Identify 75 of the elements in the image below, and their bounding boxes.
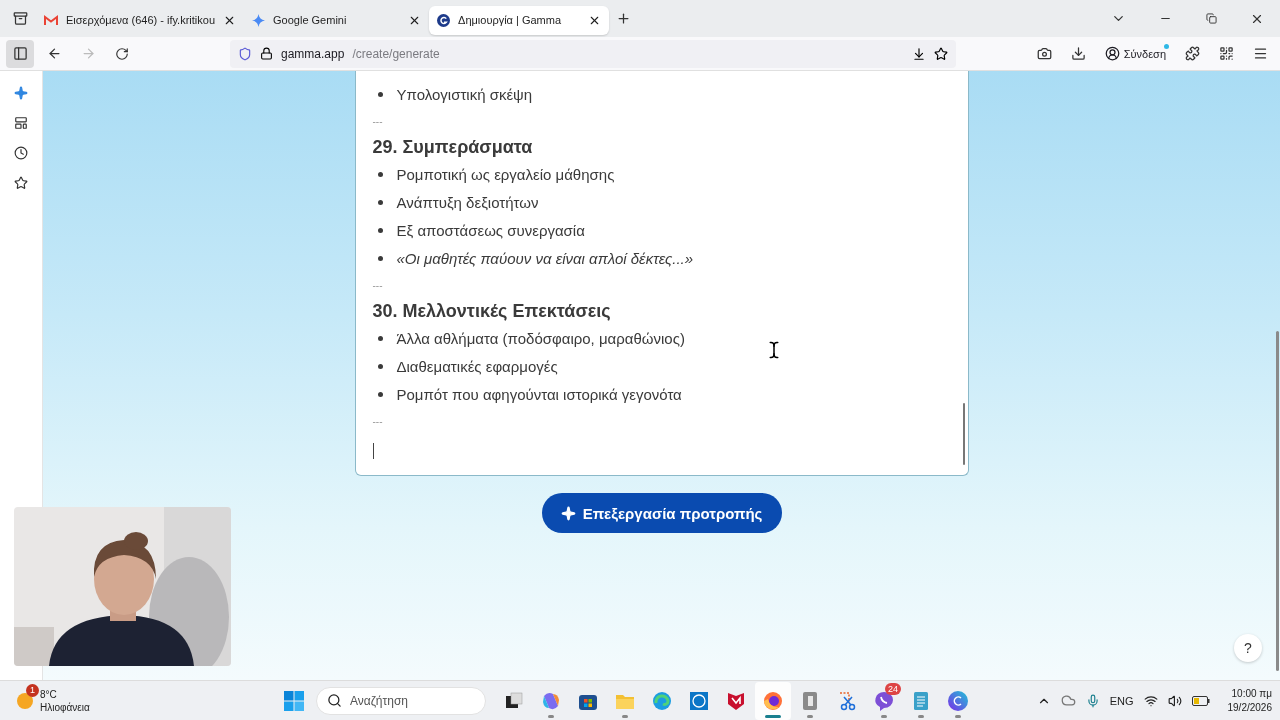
scrollbar-thumb	[962, 403, 965, 465]
bullet-dot	[377, 91, 383, 97]
mail-icon	[44, 14, 58, 26]
separator-text: ---	[372, 416, 383, 427]
notification-badge: 24	[885, 682, 901, 695]
sidebar-icon	[12, 46, 28, 61]
text-caret	[372, 443, 374, 459]
weather-text: Ηλιοφάνεια	[40, 700, 90, 714]
help-button[interactable]: ?	[1234, 634, 1262, 662]
back-icon[interactable]	[46, 46, 62, 61]
section-heading: 29. Συμπεράσματα	[372, 137, 533, 158]
bullet-dot	[377, 199, 383, 205]
windows-logo-icon[interactable]	[284, 690, 304, 711]
sun-icon	[16, 691, 34, 710]
menu-icon[interactable]	[1252, 46, 1268, 61]
bullet-text: Ανάπτυξη δεξιοτήτων	[396, 193, 539, 211]
bullet-text: Άλλα αθλήματα (ποδόσφαιρο, μαραθώνιος)	[396, 329, 685, 347]
bullet-dot	[377, 227, 383, 233]
address-bar[interactable]: gamma.app /create/generate	[230, 39, 956, 68]
battery-icon[interactable]	[1191, 695, 1210, 706]
sparkle-icon	[560, 505, 576, 521]
search-icon	[327, 693, 342, 708]
clock-time[interactable]: 10:00 πμ	[1231, 686, 1272, 701]
browser-tab[interactable]: Εισερχόμενα (646) - ify.kritikou	[36, 5, 245, 35]
edit-prompt-button[interactable]: Επεξεργασία προτροπής	[541, 493, 782, 533]
sign-in-button[interactable]: Σύνδεση	[1098, 39, 1172, 68]
notification-badge: 1	[26, 683, 39, 697]
browser-tab[interactable]: Google Gemini	[244, 5, 430, 35]
lock-icon	[260, 47, 273, 60]
restore-icon[interactable]	[1205, 13, 1217, 24]
separator-text: ---	[372, 280, 383, 291]
circle-logo-icon	[437, 13, 451, 27]
bullet-text: «Οι μαθητές παύουν να είναι απλοί δέκτες...»	[396, 249, 694, 267]
bullet-dot	[377, 363, 383, 369]
shield-icon	[238, 46, 252, 61]
speaker-icon[interactable]	[1167, 693, 1182, 708]
download-icon[interactable]	[1071, 46, 1087, 61]
template-icon[interactable]	[14, 116, 28, 130]
bullet-text: Ρομποτική ως εργαλείο μάθησης	[396, 165, 615, 183]
bullet-text: Εξ αποστάσεως συνεργασία	[396, 221, 585, 239]
bullet-dot	[377, 255, 383, 261]
prompt-editor[interactable]	[354, 71, 969, 476]
bullet-dot	[377, 171, 383, 177]
microphone-icon[interactable]	[1085, 693, 1100, 708]
sidebar-toggle-button[interactable]	[6, 39, 34, 68]
taskbar-search-field[interactable]: Αναζήτηση	[316, 686, 486, 715]
section-heading: 30. Μελλοντικές Επεκτάσεις	[372, 301, 611, 322]
logo-icon	[688, 689, 710, 712]
bullet-dot	[377, 391, 383, 397]
sparkle-icon	[252, 13, 266, 27]
camera-icon[interactable]	[1037, 46, 1053, 61]
bullet-dot	[377, 335, 383, 341]
wave-icon	[651, 689, 673, 712]
clock-date[interactable]: 19/2/2026	[1227, 700, 1272, 715]
separator-text: ---	[372, 116, 383, 127]
star-icon[interactable]	[14, 176, 28, 190]
new-tab-icon[interactable]	[615, 11, 631, 26]
qr-code-icon[interactable]	[1218, 46, 1234, 61]
user-icon	[1104, 46, 1120, 61]
language-indicator[interactable]: ENG	[1109, 694, 1134, 707]
bullet-text: Διαθεματικές εφαρμογές	[396, 357, 558, 375]
download-page-icon[interactable]	[912, 46, 926, 61]
extensions-icon[interactable]	[1184, 46, 1200, 61]
bullet-text: Υπολογιστική σκέψη	[396, 85, 533, 103]
reload-icon[interactable]	[115, 46, 129, 61]
canva-logo-icon	[947, 689, 969, 712]
wifi-icon[interactable]	[1143, 693, 1158, 708]
sparkle-icon[interactable]	[14, 86, 28, 100]
cloud-icon[interactable]	[1060, 693, 1076, 708]
temperature-text: 8°C	[40, 687, 58, 701]
fox-icon	[762, 689, 784, 712]
browser-tab[interactable]: Δημιουργία | Gamma	[429, 5, 610, 35]
bullet-text: Ρομπότ που αφηγούνται ιστορικά γεγονότα	[396, 385, 682, 403]
bookmark-star-icon[interactable]	[934, 46, 948, 61]
history-icon[interactable]	[14, 146, 28, 160]
